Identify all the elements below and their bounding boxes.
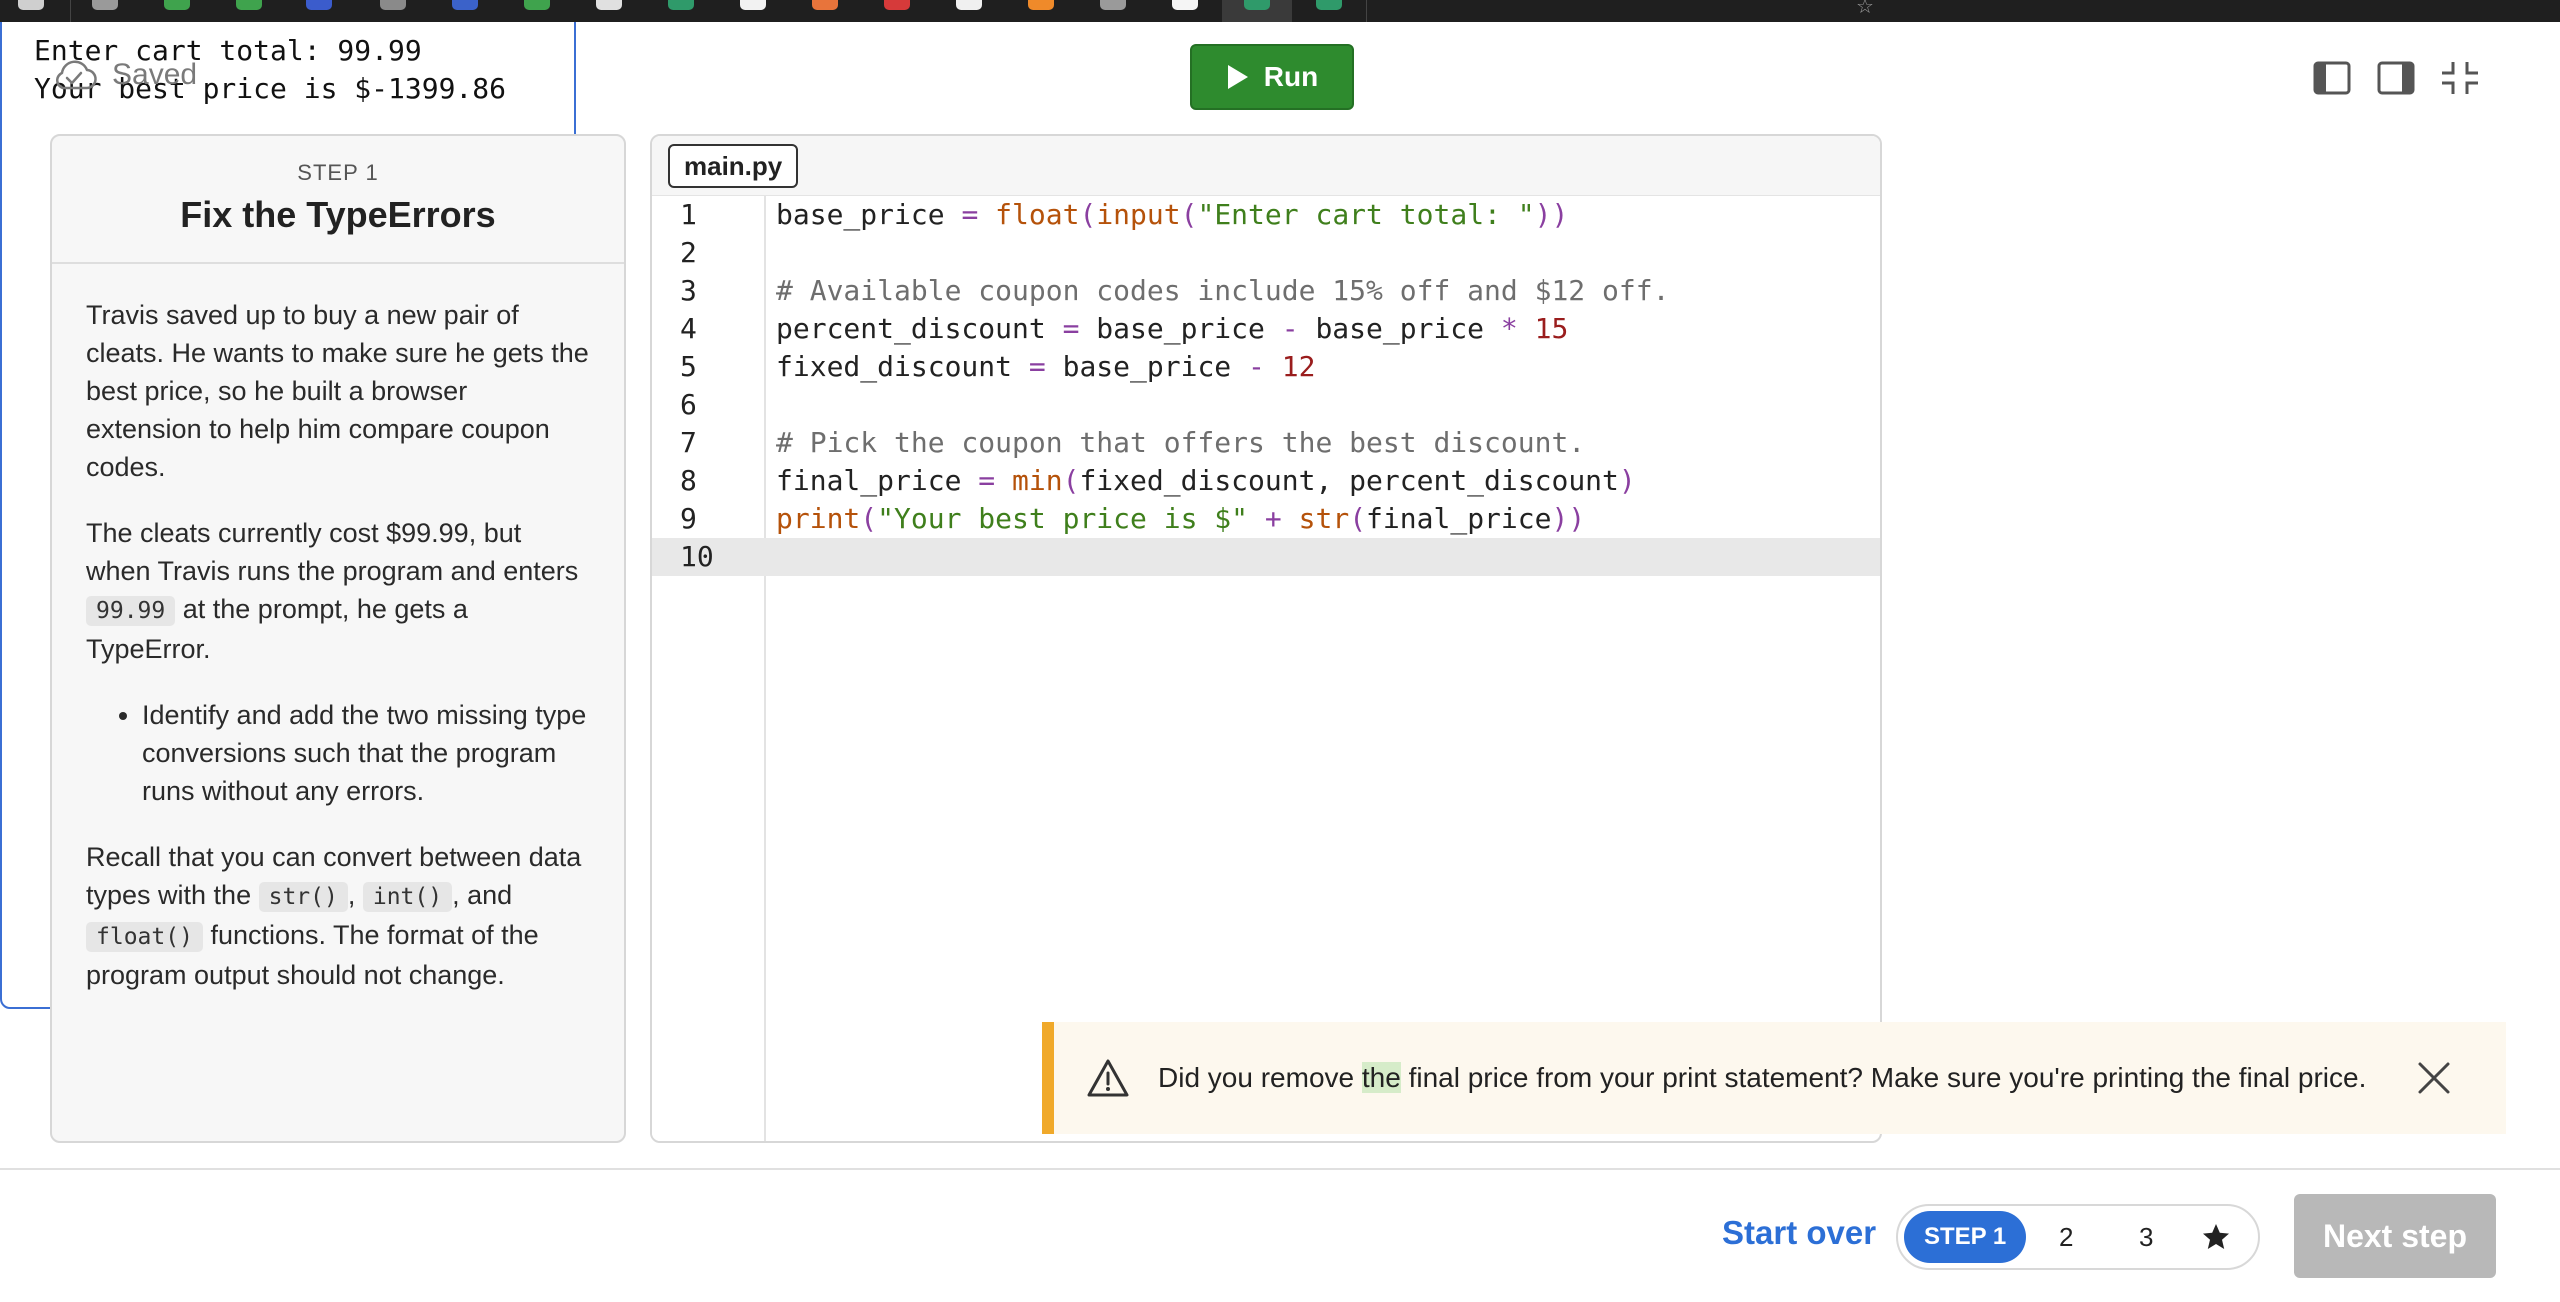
instructions-panel: STEP 1 Fix the TypeErrors Travis saved u…	[50, 134, 626, 1143]
bookmark-icon[interactable]	[524, 0, 550, 10]
code-line[interactable]: 6	[652, 386, 1880, 424]
bookmark-icon[interactable]	[812, 0, 838, 10]
bookmark-icon[interactable]	[1028, 0, 1054, 10]
bookmark-icon[interactable]	[1172, 0, 1198, 10]
line-number: 8	[680, 464, 697, 497]
instruction-paragraph: Recall that you can convert between data…	[86, 838, 590, 994]
code-editor[interactable]: main.py 1 base_price = float(input("Enter…	[650, 134, 1882, 1143]
editor-tab-bar: main.py	[652, 136, 1880, 196]
star-icon[interactable]	[2186, 1222, 2246, 1252]
code-text: # Pick the coupon that offers the best d…	[776, 426, 1586, 459]
code-text: final_price = min(fixed_discount, percen…	[776, 464, 1636, 497]
hint-toast: Did you remove the final price from your…	[1042, 1022, 2506, 1134]
bookmark-icon[interactable]	[306, 0, 332, 10]
step-title: Fix the TypeErrors	[180, 194, 496, 235]
code-line[interactable]: 5 fixed_discount = base_price - 12	[652, 348, 1880, 386]
instructions-body: Travis saved up to buy a new pair of cle…	[52, 264, 624, 994]
toast-message: Did you remove the final price from your…	[1158, 1062, 2366, 1094]
text: ,	[347, 880, 363, 910]
instruction-list: Identify and add the two missing type co…	[86, 696, 590, 810]
line-number: 2	[680, 236, 697, 269]
highlighted-word: the	[1361, 1062, 1401, 1093]
step-3-button[interactable]: 3	[2106, 1222, 2186, 1253]
code-text: # Available coupon codes include 15% off…	[776, 274, 1670, 307]
text: Did you remove	[1158, 1062, 1362, 1093]
inline-code: float()	[86, 922, 203, 952]
footer-bar: Start over STEP 1 2 3 Next step	[0, 1168, 2560, 1302]
code-text: percent_discount = base_price - base_pri…	[776, 312, 1569, 345]
right-panel-toggle-icon[interactable]	[2376, 60, 2416, 96]
start-over-button[interactable]: Start over	[1722, 1214, 1876, 1252]
bookmark-icon[interactable]	[92, 0, 118, 10]
code-line[interactable]: 2	[652, 234, 1880, 272]
bookmark-icon[interactable]	[668, 0, 694, 10]
code-line-current[interactable]: 10	[652, 538, 1880, 576]
warning-icon	[1087, 1059, 1129, 1097]
bookmark-icon[interactable]	[164, 0, 190, 10]
instruction-paragraph: The cleats currently cost $99.99, but wh…	[86, 514, 590, 668]
layout-controls	[2312, 60, 2480, 96]
code-line[interactable]: 7 # Pick the coupon that offers the best …	[652, 424, 1880, 462]
bookmark-icon[interactable]	[1316, 0, 1342, 10]
step-label: STEP 1	[297, 160, 379, 185]
left-panel-toggle-icon[interactable]	[2312, 60, 2352, 96]
inline-code: 99.99	[86, 596, 176, 626]
bookmark-icon[interactable]	[596, 0, 622, 10]
inline-code: int()	[362, 882, 453, 912]
text: The cleats currently cost $99.99, but wh…	[86, 518, 579, 586]
bookmark-icon[interactable]	[956, 0, 982, 10]
instruction-paragraph: Travis saved up to buy a new pair of cle…	[86, 300, 589, 482]
browser-bookmarks-bar: ☆	[0, 0, 2560, 22]
star-icon: ☆	[1856, 0, 1874, 18]
collapse-fullscreen-icon[interactable]	[2440, 60, 2480, 96]
code-line[interactable]: 9 print("Your best price is $" + str(fina…	[652, 500, 1880, 538]
list-item: Identify and add the two missing type co…	[142, 696, 590, 810]
bookmark-icon[interactable]	[380, 0, 406, 10]
bookmark-icon[interactable]	[884, 0, 910, 10]
bookmark-icon[interactable]	[740, 0, 766, 10]
bookmark-icon[interactable]	[1100, 0, 1126, 10]
toolbar: Saved Run	[0, 22, 2560, 134]
run-label: Run	[1263, 61, 1319, 92]
cloud-check-icon	[56, 60, 97, 90]
line-number: 10	[680, 540, 714, 573]
file-tab-main-py[interactable]: main.py	[668, 144, 799, 188]
code-line[interactable]: 8 final_price = min(fixed_discount, perce…	[652, 462, 1880, 500]
save-status: Saved	[50, 58, 197, 92]
bookmark-icon[interactable]	[1244, 0, 1270, 10]
instructions-header: STEP 1 Fix the TypeErrors	[52, 136, 624, 264]
bookmark-icon[interactable]	[236, 0, 262, 10]
code-line[interactable]: 4 percent_discount = base_price - base_pr…	[652, 310, 1880, 348]
code-text: print("Your best price is $" + str(final…	[776, 502, 1586, 535]
line-number: 9	[680, 502, 697, 535]
close-icon[interactable]	[2414, 1058, 2454, 1098]
step-navigator: STEP 1 2 3	[1896, 1204, 2260, 1270]
inline-code: str()	[258, 882, 348, 912]
code-text: base_price = float(input("Enter cart tot…	[776, 198, 1569, 231]
text: , and	[452, 880, 513, 910]
play-icon	[1227, 65, 1248, 89]
line-number: 4	[680, 312, 697, 345]
code-area[interactable]: 1 base_price = float(input("Enter cart to…	[652, 196, 1880, 1141]
next-step-button[interactable]: Next step	[2294, 1194, 2496, 1278]
line-number: 6	[680, 388, 697, 421]
bookmark-icon[interactable]	[452, 0, 478, 10]
code-text: fixed_discount = base_price - 12	[776, 350, 1316, 383]
line-number: 3	[680, 274, 697, 307]
text: final price from your print statement? M…	[1400, 1062, 2367, 1093]
step-2-button[interactable]: 2	[2026, 1222, 2106, 1253]
code-line[interactable]: 1 base_price = float(input("Enter cart to…	[652, 196, 1880, 234]
line-number: 5	[680, 350, 697, 383]
saved-label: Saved	[112, 58, 198, 91]
step-1-button[interactable]: STEP 1	[1904, 1211, 2027, 1263]
line-number: 7	[680, 426, 697, 459]
line-number: 1	[680, 198, 697, 231]
bookmark-icon[interactable]	[18, 0, 44, 10]
run-button[interactable]: Run	[1190, 44, 1354, 110]
code-line[interactable]: 3 # Available coupon codes include 15% of…	[652, 272, 1880, 310]
